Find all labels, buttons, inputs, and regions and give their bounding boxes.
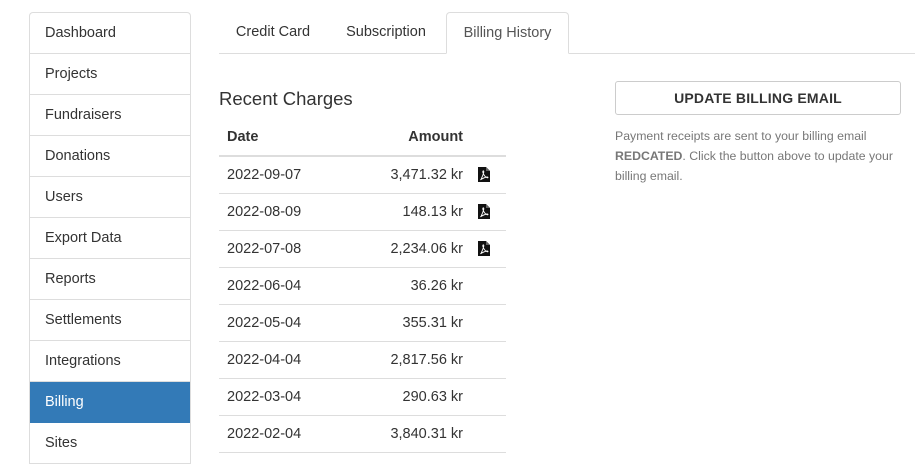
table-row: 2022-05-04 355.31 kr	[219, 305, 506, 342]
tab-billing-history[interactable]: Billing History	[446, 12, 569, 54]
update-billing-email-button[interactable]: UPDATE BILLING EMAIL	[615, 81, 901, 115]
charge-amount: 36.26 kr	[410, 278, 463, 294]
sidebar-item-donations[interactable]: Donations	[30, 136, 190, 177]
charges-table: Date Amount 2022-09-07 3,471.32 kr 2022-08…	[219, 119, 506, 453]
sidebar-item-export-data[interactable]: Export Data	[30, 218, 190, 259]
sidebar-item-dashboard[interactable]: Dashboard	[30, 13, 190, 54]
table-row: 2022-06-04 36.26 kr	[219, 268, 506, 305]
table-row: 2022-03-04 290.63 kr	[219, 379, 506, 416]
charge-date: 2022-03-04	[227, 389, 302, 405]
charge-date: 2022-08-09	[227, 204, 302, 220]
billing-email-note: Payment receipts are sent to your billin…	[615, 126, 910, 186]
sidebar-item-billing[interactable]: Billing	[30, 382, 190, 423]
charge-amount: 2,817.56 kr	[390, 352, 463, 368]
charge-amount: 148.13 kr	[402, 204, 463, 220]
file-pdf-icon[interactable]	[478, 167, 490, 182]
sidebar-item-projects[interactable]: Projects	[30, 54, 190, 95]
charge-amount: 290.63 kr	[402, 389, 463, 405]
charge-date: 2022-05-04	[227, 315, 302, 331]
charge-date: 2022-02-04	[227, 426, 302, 442]
table-row: 2022-09-07 3,471.32 kr	[219, 157, 506, 194]
billing-tabs: Credit Card Subscription Billing History	[219, 12, 915, 54]
charge-date: 2022-06-04	[227, 278, 302, 294]
charge-amount: 3,840.31 kr	[390, 426, 463, 442]
billing-email-value: REDCATED	[615, 149, 683, 163]
table-row: 2022-08-09 148.13 kr	[219, 194, 506, 231]
file-pdf-icon[interactable]	[478, 204, 490, 219]
tab-subscription[interactable]: Subscription	[331, 12, 441, 53]
section-title: Recent Charges	[219, 88, 353, 109]
table-header: Date Amount	[219, 119, 506, 157]
table-row: 2022-02-04 3,840.31 kr	[219, 416, 506, 453]
file-pdf-icon[interactable]	[478, 241, 490, 256]
tab-credit-card[interactable]: Credit Card	[219, 12, 327, 53]
charge-date: 2022-07-08	[227, 241, 302, 257]
charge-date: 2022-04-04	[227, 352, 302, 368]
charge-date: 2022-09-07	[227, 167, 302, 183]
sidebar-item-settlements[interactable]: Settlements	[30, 300, 190, 341]
table-row: 2022-07-08 2,234.06 kr	[219, 231, 506, 268]
sidebar-item-integrations[interactable]: Integrations	[30, 341, 190, 382]
charge-amount: 3,471.32 kr	[390, 167, 463, 183]
charge-amount: 2,234.06 kr	[390, 241, 463, 257]
table-row: 2022-04-04 2,817.56 kr	[219, 342, 506, 379]
sidebar-nav: Dashboard Projects Fundraisers Donations…	[29, 12, 191, 464]
sidebar-item-fundraisers[interactable]: Fundraisers	[30, 95, 190, 136]
note-text-before: Payment receipts are sent to your billin…	[615, 129, 867, 143]
column-header-date: Date	[227, 129, 259, 145]
sidebar-item-reports[interactable]: Reports	[30, 259, 190, 300]
sidebar-item-users[interactable]: Users	[30, 177, 190, 218]
column-header-amount: Amount	[408, 129, 463, 145]
charge-amount: 355.31 kr	[402, 315, 463, 331]
sidebar-item-sites[interactable]: Sites	[30, 423, 190, 464]
